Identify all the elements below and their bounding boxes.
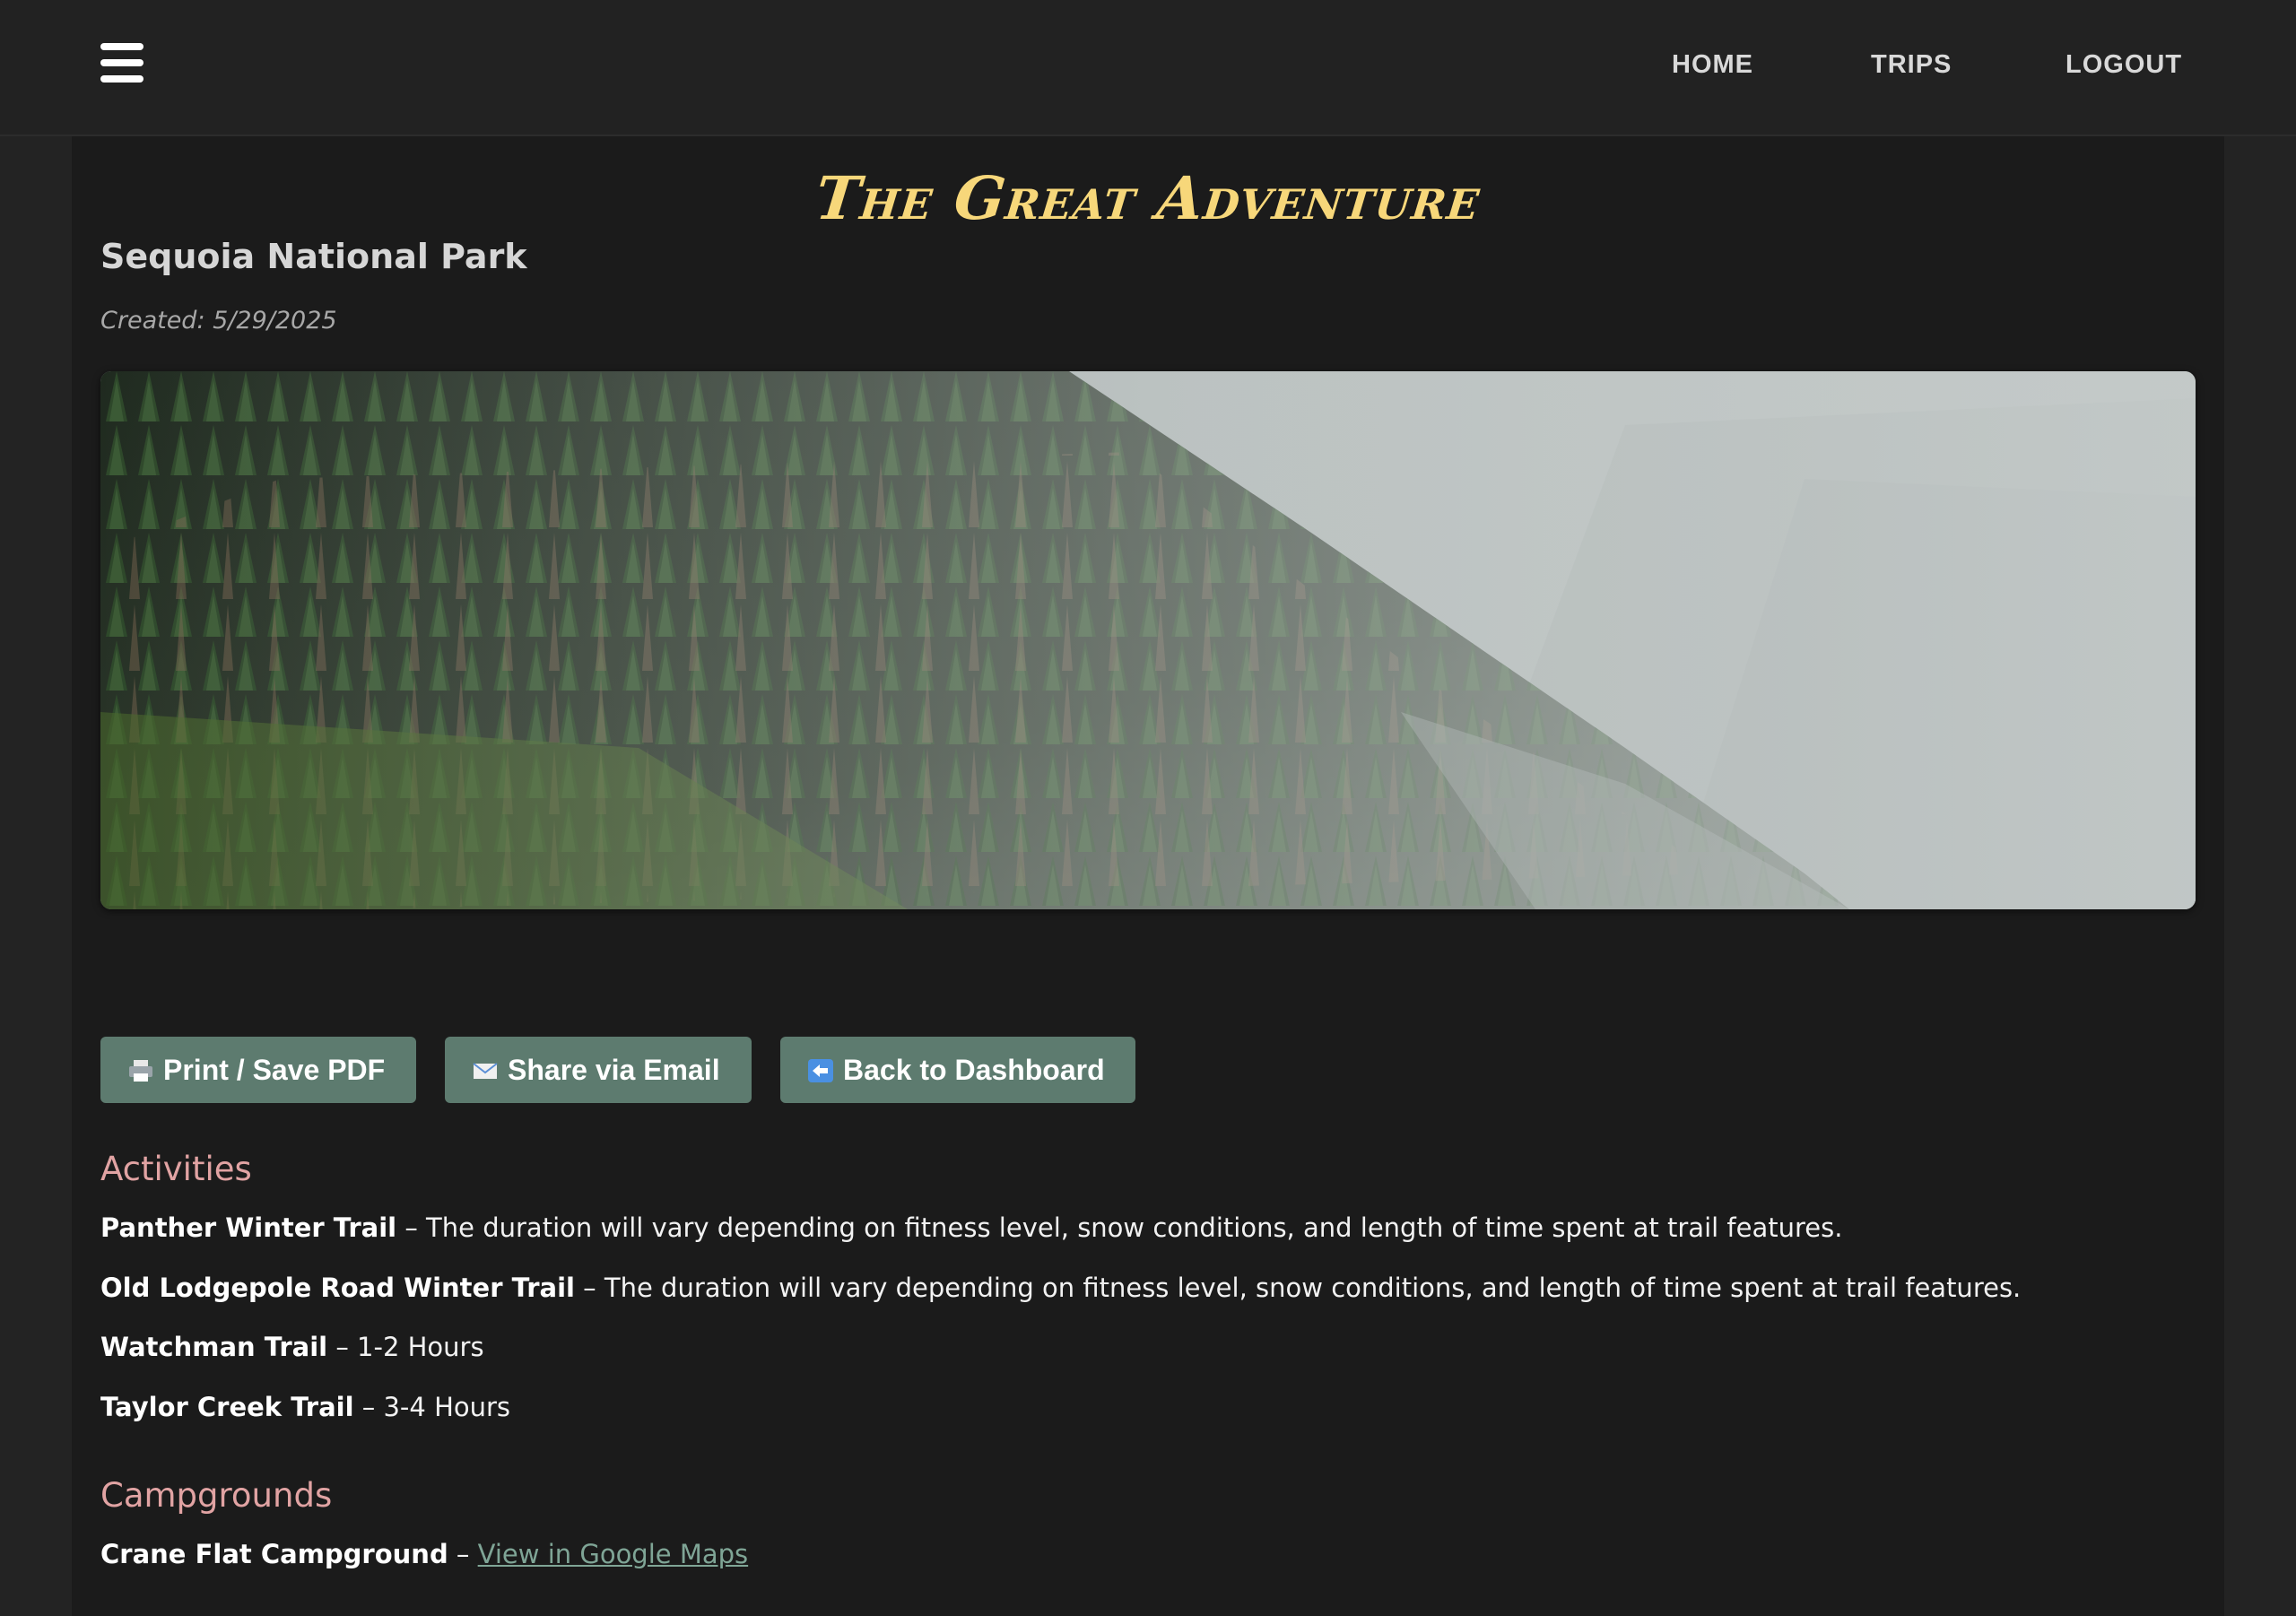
campground-item: Crane Flat Campground – View in Google M… <box>100 1539 748 1569</box>
top-navbar: HOME TRIPS LOGOUT <box>0 0 2296 136</box>
back-to-dashboard-button[interactable]: Back to Dashboard <box>780 1037 1135 1103</box>
share-button-label: Share via Email <box>508 1054 720 1086</box>
google-maps-link[interactable]: View in Google Maps <box>478 1539 748 1569</box>
nav-home-link[interactable]: HOME <box>1672 50 1753 80</box>
hamburger-menu-icon[interactable] <box>100 43 144 83</box>
activity-name: Old Lodgepole Road Winter Trail <box>100 1273 575 1303</box>
printer-icon <box>129 1060 152 1082</box>
activity-item: Taylor Creek Trail – 3-4 Hours <box>100 1392 510 1422</box>
trip-detail-container: The Great Adventure Sequoia National Par… <box>72 136 2224 1616</box>
campground-separator: – <box>448 1539 478 1569</box>
back-button-label: Back to Dashboard <box>843 1054 1105 1086</box>
activities-heading: Activities <box>100 1150 252 1188</box>
park-name: Sequoia National Park <box>100 237 527 276</box>
email-icon <box>473 1063 498 1079</box>
activity-detail: – 1-2 Hours <box>327 1332 484 1362</box>
activity-detail: – The duration will vary depending on fi… <box>396 1212 1843 1243</box>
activity-item: Panther Winter Trail – The duration will… <box>100 1212 1842 1243</box>
campground-name: Crane Flat Campground <box>100 1539 448 1569</box>
activity-item: Old Lodgepole Road Winter Trail – The du… <box>100 1273 2021 1303</box>
back-arrow-icon <box>808 1059 833 1082</box>
page-title: The Great Adventure <box>812 163 1484 233</box>
campgrounds-heading: Campgrounds <box>100 1476 333 1515</box>
hero-photo <box>100 371 2196 909</box>
print-button-label: Print / Save PDF <box>163 1054 386 1086</box>
activity-name: Watchman Trail <box>100 1332 328 1362</box>
activity-detail: – The duration will vary depending on fi… <box>574 1273 2022 1303</box>
activity-detail: – 3-4 Hours <box>353 1392 511 1422</box>
activity-name: Taylor Creek Trail <box>100 1392 354 1422</box>
print-save-pdf-button[interactable]: Print / Save PDF <box>100 1037 416 1103</box>
activity-name: Panther Winter Trail <box>100 1212 397 1243</box>
nav-trips-link[interactable]: TRIPS <box>1871 50 1952 80</box>
created-date: Created: 5/29/2025 <box>100 307 337 334</box>
nav-logout-link[interactable]: LOGOUT <box>2066 50 2182 80</box>
activity-item: Watchman Trail – 1-2 Hours <box>100 1332 484 1362</box>
share-via-email-button[interactable]: Share via Email <box>445 1037 752 1103</box>
